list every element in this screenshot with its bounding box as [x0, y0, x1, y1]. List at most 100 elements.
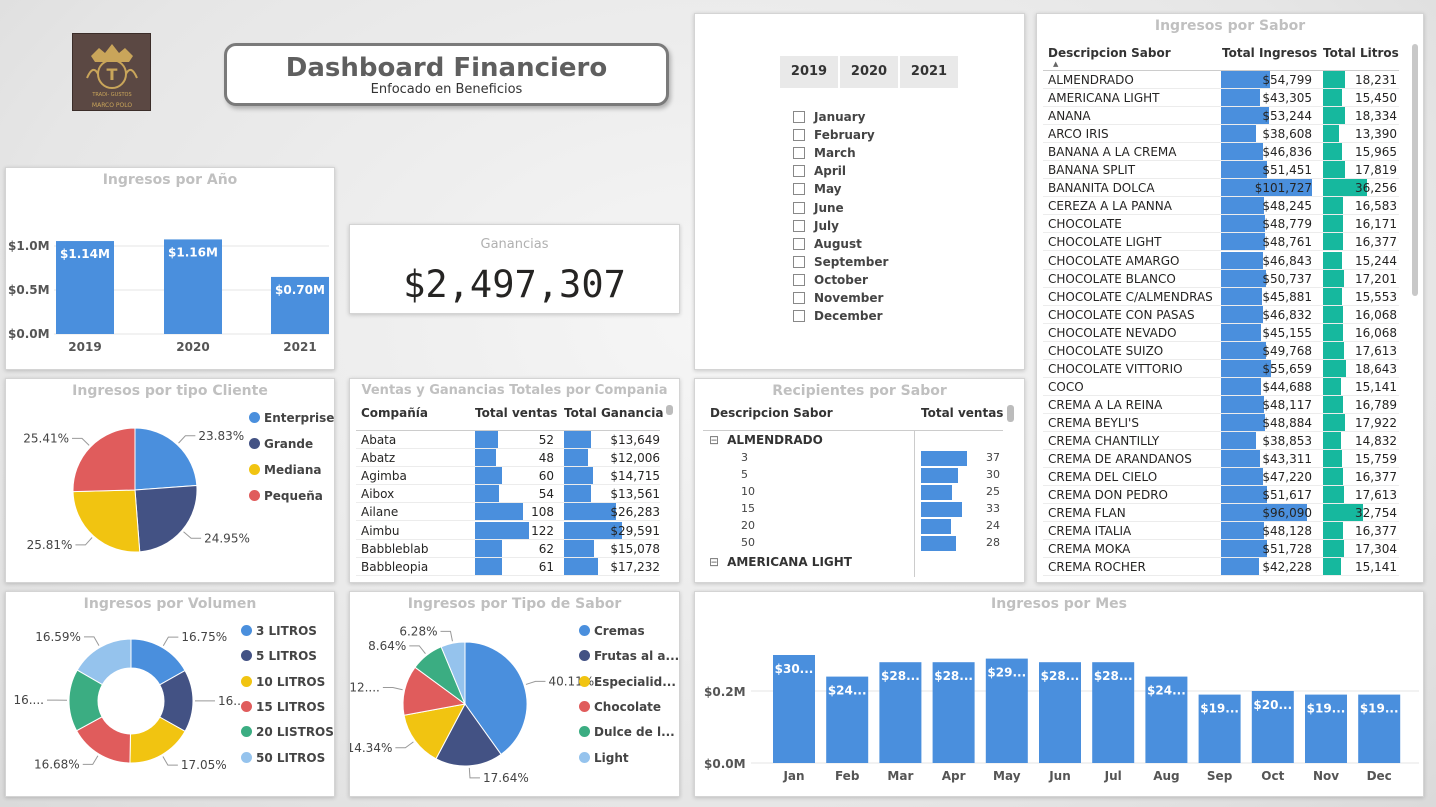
column-header-ventas[interactable]: Total ventas — [475, 406, 557, 420]
collapse-icon[interactable]: ⊟ — [709, 555, 719, 569]
table-row[interactable]: Aimbu 122 $29,591 — [356, 521, 660, 540]
table-row[interactable]: Babbleopia 61 $17,232 — [356, 557, 660, 576]
column-header-compania[interactable]: Compañía — [361, 406, 428, 420]
checkbox[interactable] — [793, 147, 805, 160]
year-button-2019[interactable]: 2019 — [780, 56, 838, 88]
group-row[interactable]: ⊟ ALMENDRADO — [709, 433, 823, 447]
table-row[interactable]: CHOCOLATE C/ALMENDRAS $45,881 15,553 — [1043, 287, 1399, 306]
table-row[interactable]: CHOCOLATE $48,779 16,171 — [1043, 215, 1399, 234]
table-row[interactable]: Abata 52 $13,649 — [356, 431, 660, 449]
date-slicer-card[interactable]: 2019 2020 2021 January February March April… — [694, 13, 1025, 370]
month-option-august[interactable]: August — [793, 237, 862, 255]
checkbox[interactable] — [793, 165, 805, 178]
table-row[interactable]: Abatz 48 $12,006 — [356, 449, 660, 468]
legend-item[interactable]: Especialid... — [579, 675, 676, 689]
year-button-2021[interactable]: 2021 — [900, 56, 958, 88]
recipientes-card[interactable]: Recipientes por Sabor Descripcion Sabor … — [694, 378, 1025, 583]
table-row[interactable]: Babbleblab 62 $15,078 — [356, 539, 660, 558]
table-row[interactable]: CEREZA A LA PANNA $48,245 16,583 — [1043, 197, 1399, 216]
table-row[interactable]: CHOCOLATE CON PASAS $46,832 16,068 — [1043, 305, 1399, 324]
checkbox[interactable] — [793, 201, 805, 214]
vertical-scrollbar[interactable] — [666, 405, 673, 415]
month-option-september[interactable]: September — [793, 255, 888, 273]
table-row[interactable]: CREMA ITALIA $48,128 16,377 — [1043, 522, 1399, 541]
tipo-sabor-card[interactable]: Ingresos por Tipo de Sabor 40.11% 17.64% 1… — [349, 591, 680, 797]
month-option-november[interactable]: November — [793, 291, 883, 309]
legend-item[interactable]: Enterprise — [249, 411, 334, 425]
column-header-litros[interactable]: Total Litros — [1323, 46, 1399, 60]
table-row[interactable]: CHOCOLATE SUIZO $49,768 17,613 — [1043, 341, 1399, 360]
table-row[interactable]: Agimba 60 $14,715 — [356, 467, 660, 486]
checkbox[interactable] — [793, 183, 805, 196]
table-row[interactable]: Aibox 54 $13,561 — [356, 485, 660, 504]
legend-item[interactable]: Cremas — [579, 624, 645, 638]
table-row[interactable]: ARCO IRIS $38,608 13,390 — [1043, 125, 1399, 144]
vertical-scrollbar[interactable] — [1412, 44, 1418, 296]
checkbox[interactable] — [793, 310, 805, 323]
table-row[interactable]: CREMA ROCHER $42,228 15,141 — [1043, 558, 1399, 577]
table-row[interactable]: CHOCOLATE LIGHT $48,761 16,377 — [1043, 233, 1399, 252]
table-row[interactable]: COCO $44,688 15,141 — [1043, 377, 1399, 396]
month-option-january[interactable]: January — [793, 110, 866, 128]
month-option-october[interactable]: October — [793, 273, 868, 291]
legend-item[interactable]: 10 LITROS — [241, 675, 325, 689]
table-row[interactable]: CHOCOLATE BLANCO $50,737 17,201 — [1043, 269, 1399, 288]
table-row[interactable]: CREMA FLAN $96,090 32,754 — [1043, 504, 1399, 523]
legend-item[interactable]: 15 LITROS — [241, 700, 325, 714]
table-row[interactable]: ANANA $53,244 18,334 — [1043, 107, 1399, 126]
legend-item[interactable]: Pequeña — [249, 489, 323, 503]
month-option-march[interactable]: March — [793, 146, 856, 164]
checkbox[interactable] — [793, 129, 805, 142]
legend-item[interactable]: Dulce de l... — [579, 725, 675, 739]
collapse-icon[interactable]: ⊟ — [709, 433, 719, 447]
table-row[interactable]: BANANA SPLIT $51,451 17,819 — [1043, 161, 1399, 180]
column-header-sabor[interactable]: Descripcion Sabor — [1048, 46, 1171, 60]
table-row[interactable]: CHOCOLATE NEVADO $45,155 16,068 — [1043, 323, 1399, 342]
legend-item[interactable]: Mediana — [249, 463, 322, 477]
table-row[interactable]: CREMA BEYLI'S $48,884 17,922 — [1043, 413, 1399, 432]
column-header-sabor[interactable]: Descripcion Sabor — [710, 406, 833, 420]
pie-slice[interactable] — [134, 427, 198, 491]
table-row[interactable]: CHOCOLATE AMARGO $46,843 15,244 — [1043, 251, 1399, 270]
month-option-february[interactable]: February — [793, 128, 875, 146]
month-option-april[interactable]: April — [793, 164, 846, 182]
volumen-card[interactable]: Ingresos por Volumen 16.75% 16.... 17.05% 1… — [5, 591, 335, 797]
month-option-december[interactable]: December — [793, 309, 883, 327]
ingresos-mes-card[interactable]: Ingresos por Mes $0.2M $0.0M $30... Jan $2… — [694, 591, 1424, 797]
legend-item[interactable]: Chocolate — [579, 700, 661, 714]
sort-ascending-icon[interactable]: ▲ — [1053, 60, 1058, 68]
table-row[interactable]: BANANA A LA CREMA $46,836 15,965 — [1043, 143, 1399, 162]
column-header-ventas[interactable]: Total ventas — [921, 406, 1003, 420]
month-option-may[interactable]: May — [793, 182, 842, 200]
table-row[interactable]: AMERICANA LIGHT $43,305 15,450 — [1043, 89, 1399, 108]
legend-item[interactable]: 50 LITROS — [241, 751, 325, 765]
table-row[interactable]: BANANITA DOLCA $101,727 36,256 — [1043, 179, 1399, 198]
table-row[interactable]: CREMA MOKA $51,728 17,304 — [1043, 540, 1399, 559]
table-row[interactable]: ALMENDRADO $54,799 18,231 — [1043, 71, 1399, 89]
checkbox[interactable] — [793, 237, 805, 250]
table-row[interactable]: CHOCOLATE VITTORIO $55,659 18,643 — [1043, 359, 1399, 378]
legend-item[interactable]: Light — [579, 751, 629, 765]
table-row[interactable]: CREMA DON PEDRO $51,617 17,613 — [1043, 486, 1399, 505]
vertical-scrollbar[interactable] — [1007, 405, 1014, 422]
pie-slice[interactable] — [134, 484, 198, 553]
column-header-ingresos[interactable]: Total Ingresos — [1222, 46, 1317, 60]
table-row[interactable]: CREMA DE ARANDANOS $43,311 15,759 — [1043, 450, 1399, 469]
group-row[interactable]: ⊟ AMERICANA LIGHT — [709, 555, 852, 569]
checkbox[interactable] — [793, 219, 805, 232]
pie-slice[interactable] — [72, 489, 141, 553]
checkbox[interactable] — [793, 273, 805, 286]
month-option-june[interactable]: June — [793, 201, 844, 219]
checkbox[interactable] — [793, 111, 805, 123]
tipo-cliente-card[interactable]: Ingresos por tipo Cliente 23.83% 24.95% 25… — [5, 378, 335, 583]
year-button-2020[interactable]: 2020 — [840, 56, 898, 88]
ingresos-ano-card[interactable]: Ingresos por Año $1.0M $0.5M $0.0M $1.14… — [5, 167, 335, 370]
table-row[interactable]: CREMA DEL CIELO $47,220 16,377 — [1043, 468, 1399, 487]
checkbox[interactable] — [793, 292, 805, 304]
ventas-compania-card[interactable]: Ventas y Ganancias Totales por Compania … — [349, 378, 680, 583]
table-row[interactable]: CREMA A LA REINA $48,117 16,789 — [1043, 395, 1399, 414]
month-option-july[interactable]: July — [793, 219, 839, 237]
ingresos-sabor-card[interactable]: Ingresos por Sabor Descripcion Sabor Tot… — [1036, 13, 1424, 583]
legend-item[interactable]: 5 LITROS — [241, 649, 317, 663]
legend-item[interactable]: 3 LITROS — [241, 624, 317, 638]
